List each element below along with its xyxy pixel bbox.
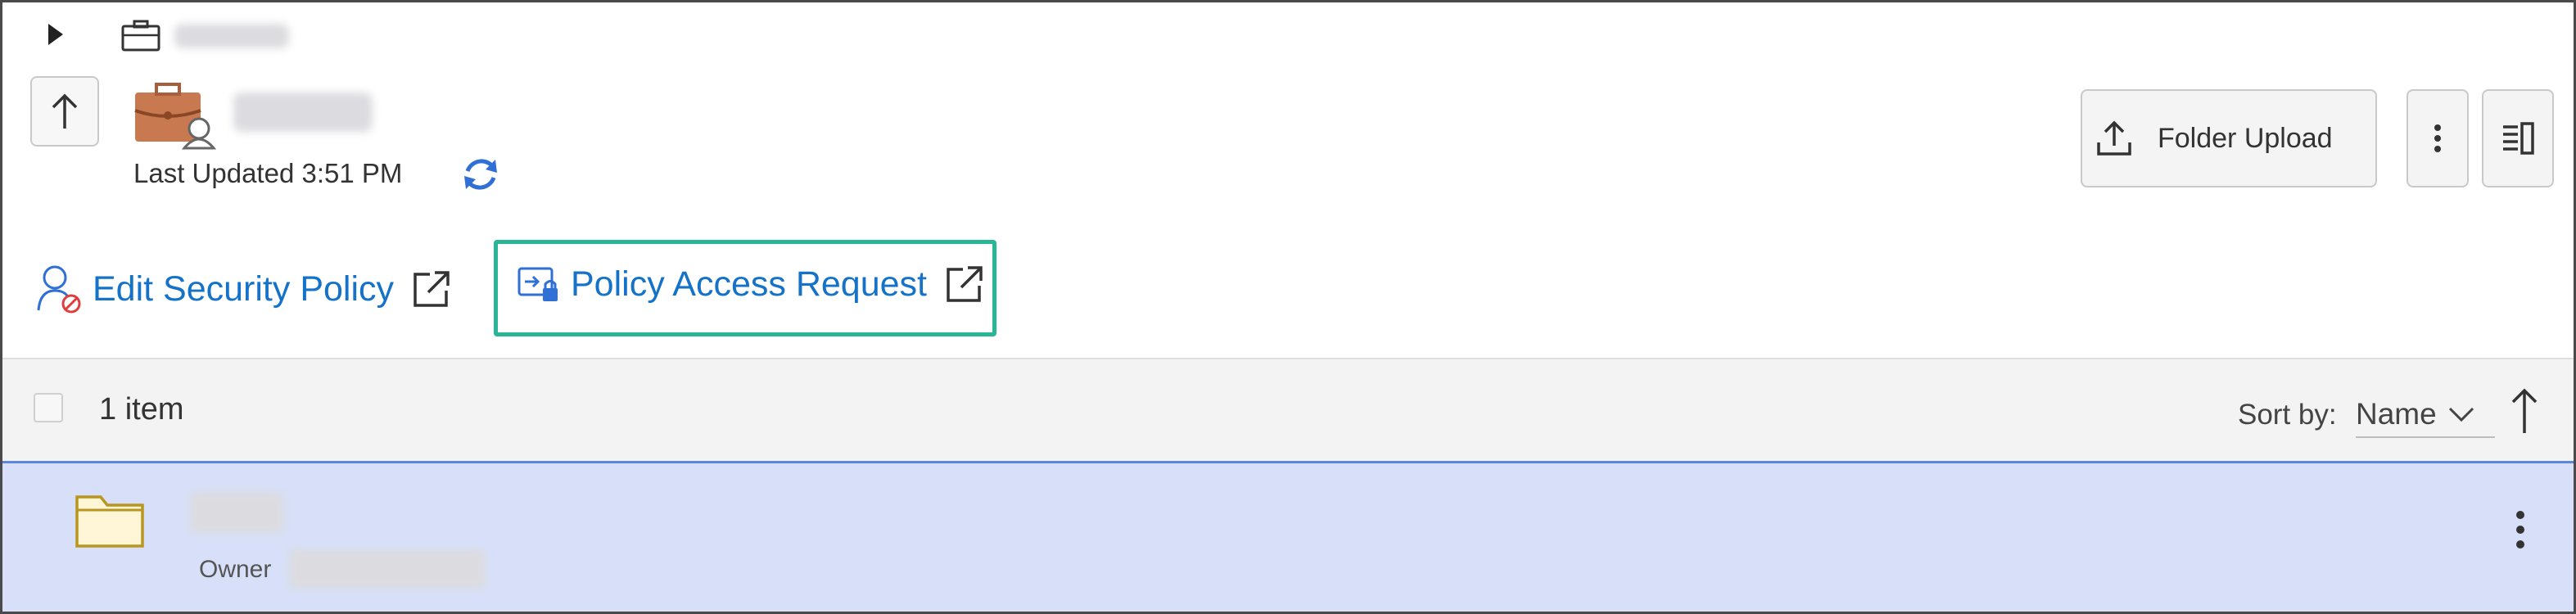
policy-access-request-link[interactable]: Policy Access Request xyxy=(517,263,986,305)
owner-name-redacted xyxy=(289,549,486,589)
table-row[interactable] xyxy=(2,461,2574,612)
edit-security-policy-link[interactable]: Edit Security Policy xyxy=(35,263,453,315)
user-blocked-icon xyxy=(37,265,81,314)
sort-by-value: Name xyxy=(2356,397,2437,431)
sort-by-select[interactable]: Name xyxy=(2356,392,2495,438)
workspace-briefcase-icon xyxy=(134,83,217,150)
external-link-icon xyxy=(414,271,450,307)
vertical-dots-icon xyxy=(2434,124,2441,152)
more-options-button[interactable] xyxy=(2407,89,2469,187)
last-updated-text: Last Updated 3:51 PM xyxy=(133,158,403,188)
upload-icon xyxy=(2097,120,2131,156)
external-link-icon xyxy=(947,266,983,302)
policy-lock-icon xyxy=(517,267,558,301)
folder-icon xyxy=(75,495,144,548)
breadcrumb-redacted xyxy=(174,24,289,48)
app-window: Last Updated 3:51 PM Folder Upload Edit … xyxy=(0,0,2576,614)
briefcase-outline-icon xyxy=(121,20,160,52)
owner-label: Owner xyxy=(199,556,272,583)
sync-icon[interactable] xyxy=(459,153,502,196)
folder-upload-button[interactable]: Folder Upload xyxy=(2081,89,2377,187)
policy-access-request-label: Policy Access Request xyxy=(571,264,927,304)
select-all-checkbox[interactable] xyxy=(34,393,63,422)
sort-direction-arrow-icon[interactable] xyxy=(2508,387,2541,436)
row-more-options-icon[interactable] xyxy=(2508,497,2533,562)
item-name-redacted xyxy=(189,492,284,533)
expand-triangle-icon[interactable] xyxy=(48,24,63,45)
folder-upload-label: Folder Upload xyxy=(2158,122,2333,154)
workspace-title-redacted xyxy=(233,93,373,132)
navigate-up-button[interactable] xyxy=(30,76,99,147)
details-panel-icon xyxy=(2503,122,2534,155)
details-panel-button[interactable] xyxy=(2482,89,2554,187)
list-header-bar xyxy=(2,358,2574,461)
chevron-down-icon xyxy=(2448,407,2474,422)
arrow-up-icon xyxy=(52,93,78,129)
edit-security-policy-label: Edit Security Policy xyxy=(93,269,395,309)
sort-by-label: Sort by: xyxy=(2238,399,2337,431)
item-count-text: 1 item xyxy=(99,392,184,427)
